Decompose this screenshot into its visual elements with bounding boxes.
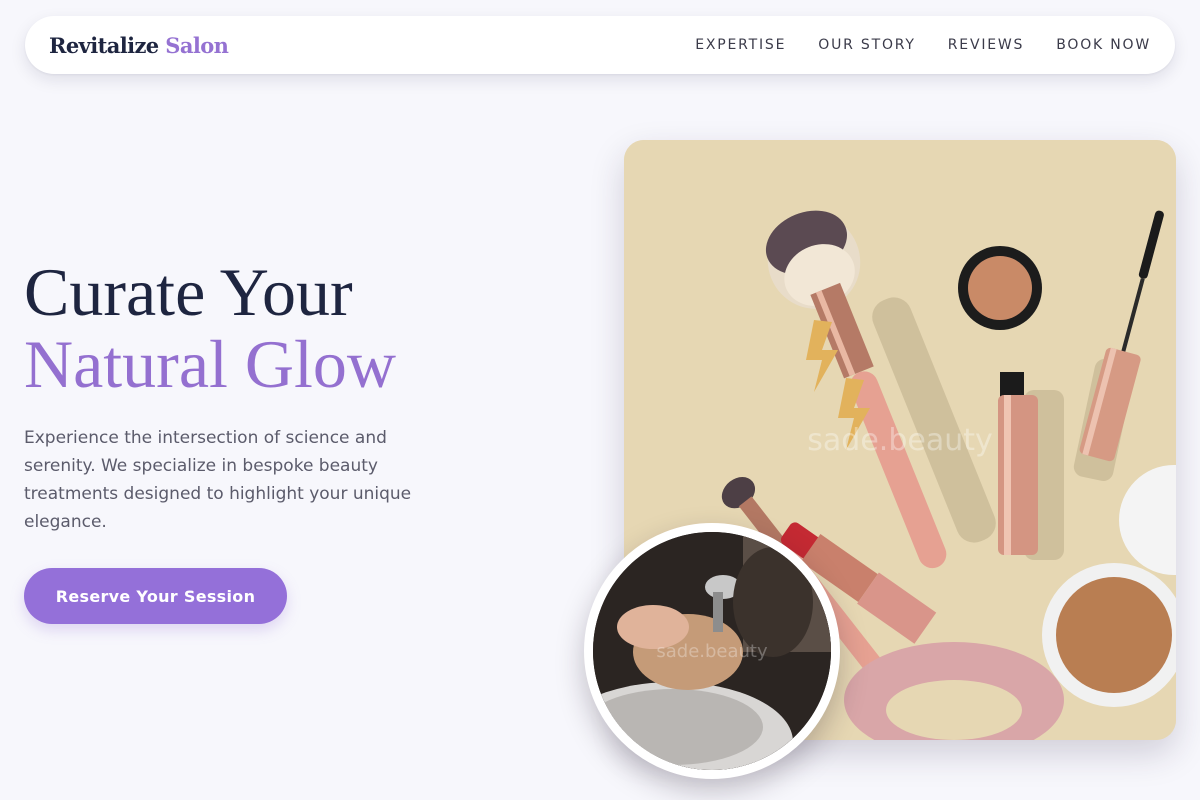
brand-name-accent: Salon <box>165 32 229 58</box>
reserve-session-button[interactable]: Reserve Your Session <box>24 568 287 624</box>
lip-gloss <box>998 372 1038 555</box>
blush-pot <box>958 246 1042 330</box>
nav-link-reviews[interactable]: REVIEWS <box>948 37 1024 53</box>
salon-hair-wash-image: sade.beauty <box>584 523 840 779</box>
brand-logo[interactable]: Revitalize Salon <box>49 32 229 58</box>
hero-title: Curate Your Natural Glow <box>24 256 396 400</box>
hero-title-line2: Natural Glow <box>24 326 397 402</box>
nav-link-expertise[interactable]: EXPERTISE <box>695 37 786 53</box>
nav-link-book-now[interactable]: BOOK NOW <box>1056 37 1151 53</box>
circle-image-watermark: sade.beauty <box>656 641 768 662</box>
navbar: Revitalize Salon EXPERTISE OUR STORY REV… <box>25 16 1175 74</box>
hero-title-line1: Curate Your <box>24 254 353 330</box>
nav-links: EXPERTISE OUR STORY REVIEWS BOOK NOW <box>695 37 1151 53</box>
nav-link-our-story[interactable]: OUR STORY <box>818 37 916 53</box>
hero-description: Experience the intersection of science a… <box>24 428 412 532</box>
brand-name-primary: Revitalize <box>49 32 159 58</box>
hair-wash-illustration: sade.beauty <box>593 532 831 770</box>
main-image-watermark: sade.beauty <box>807 423 992 458</box>
